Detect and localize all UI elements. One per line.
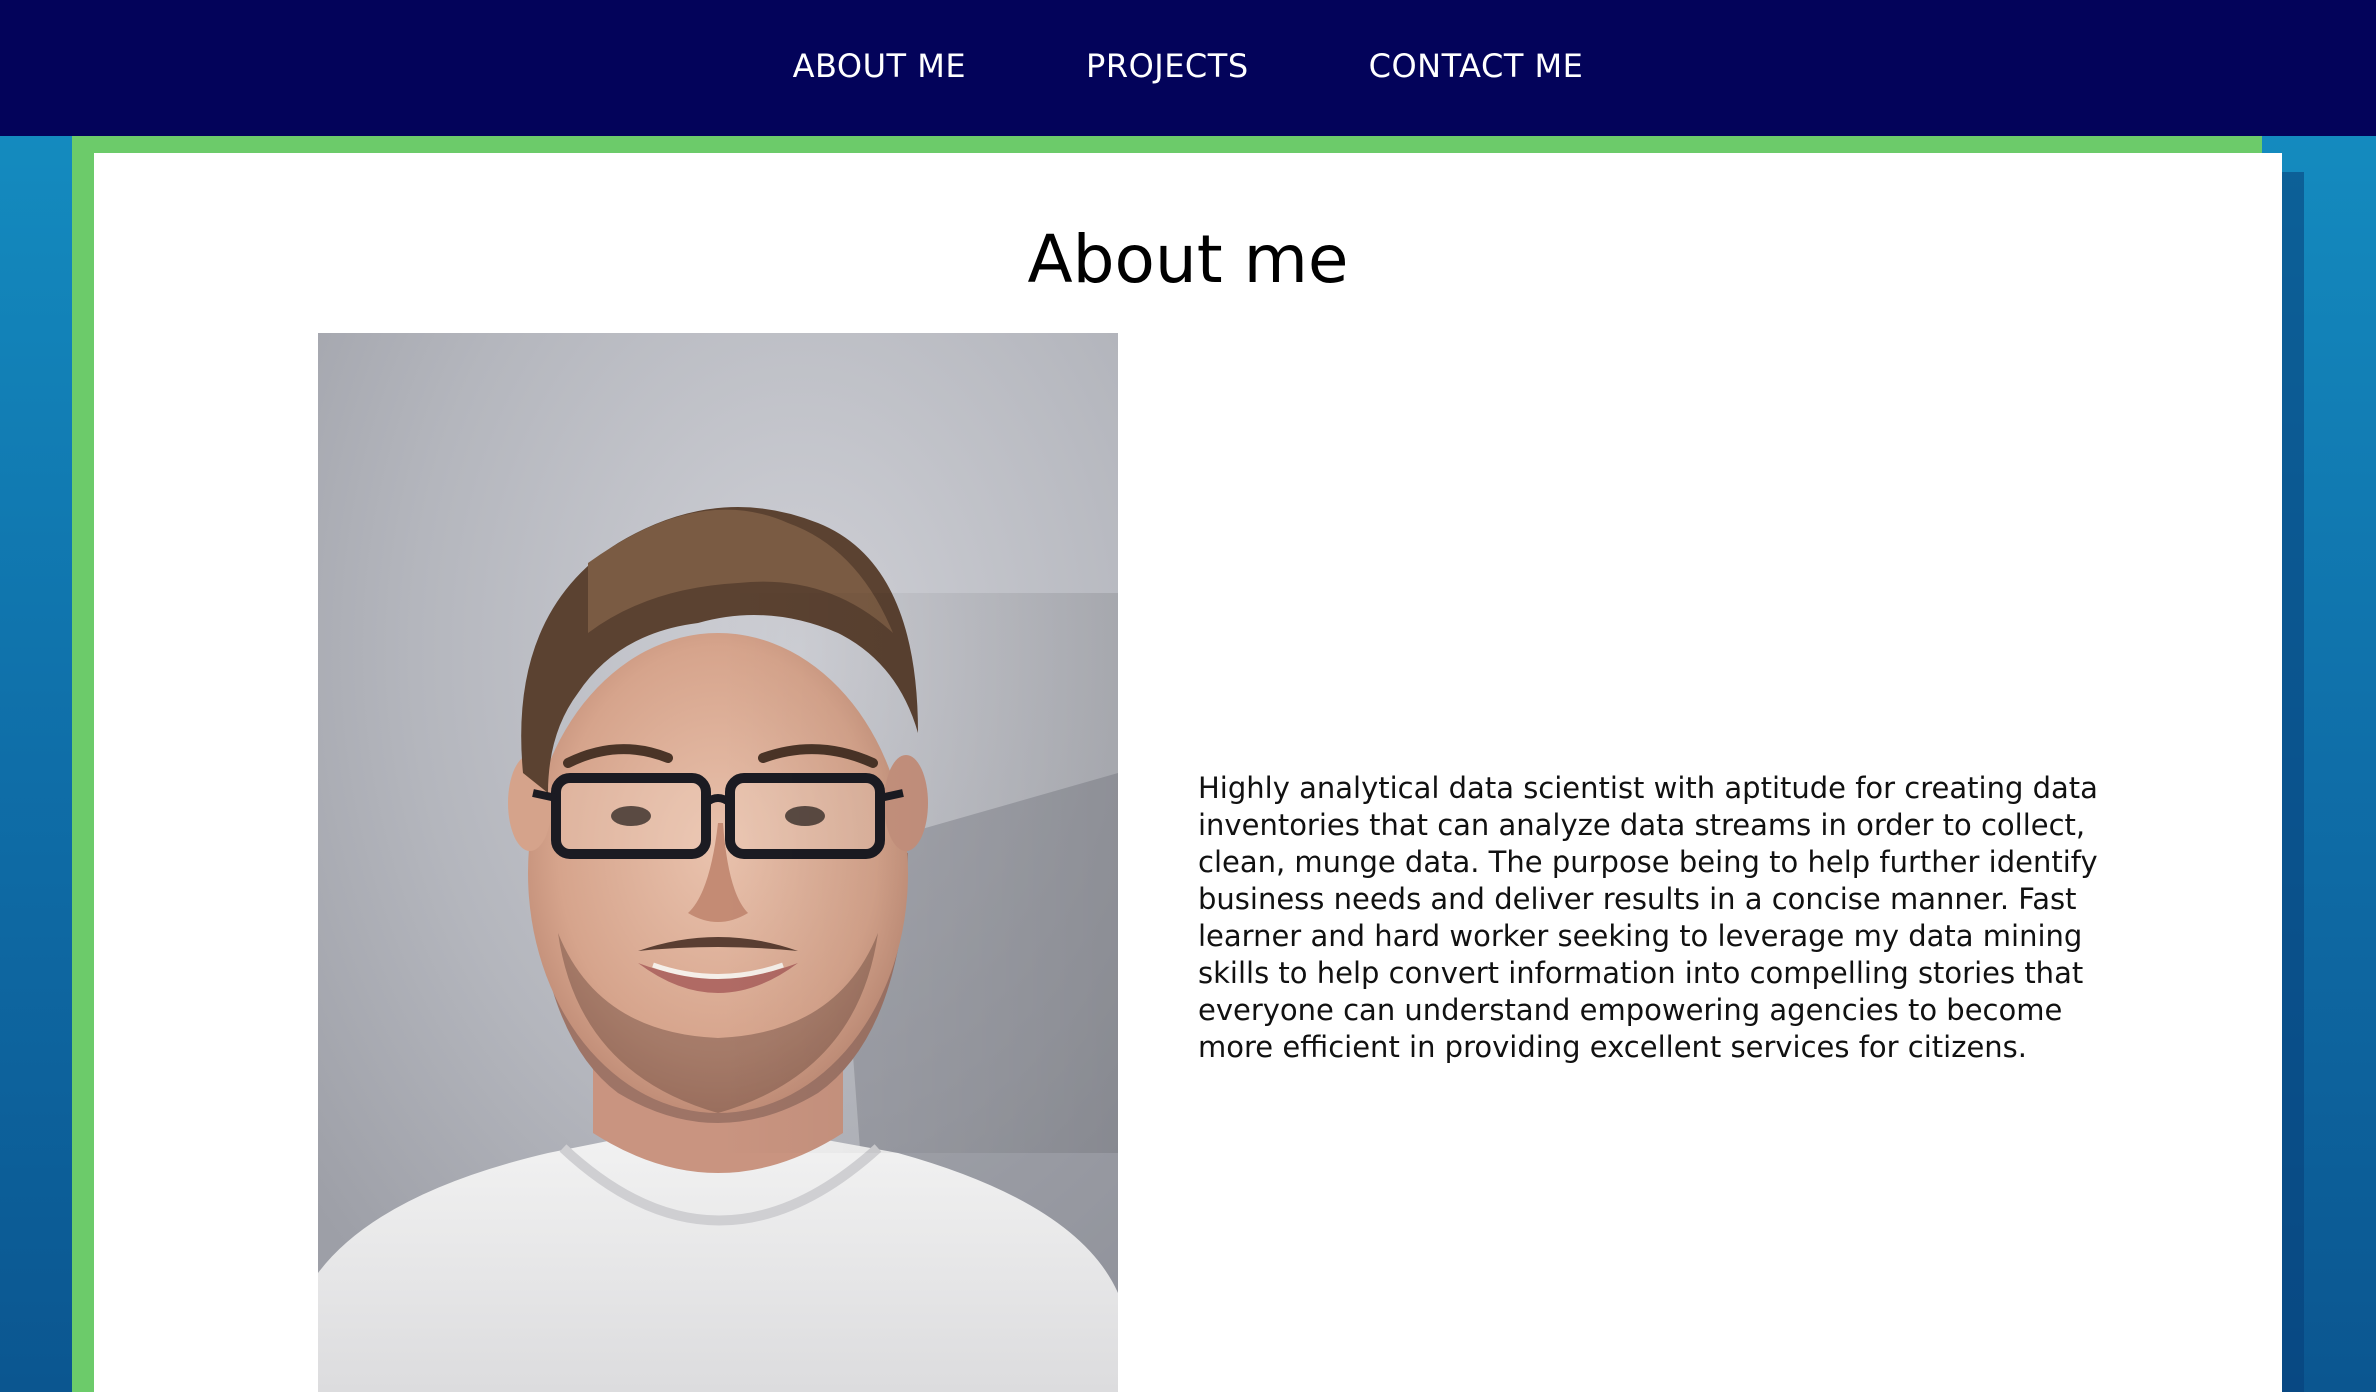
nav-link-about-me[interactable]: ABOUT ME: [793, 47, 966, 89]
nav-link-projects[interactable]: PROJECTS: [1086, 47, 1249, 89]
top-navbar: ABOUT ME PROJECTS CONTACT ME: [0, 0, 2376, 136]
page-title: About me: [1027, 221, 1349, 298]
nav-link-contact-me[interactable]: CONTACT ME: [1369, 47, 1584, 89]
profile-photo: [318, 333, 1118, 1392]
bio-paragraph: Highly analytical data scientist with ap…: [1198, 771, 2098, 1064]
about-card: About me Highly analytical data scientis…: [94, 153, 2282, 1392]
